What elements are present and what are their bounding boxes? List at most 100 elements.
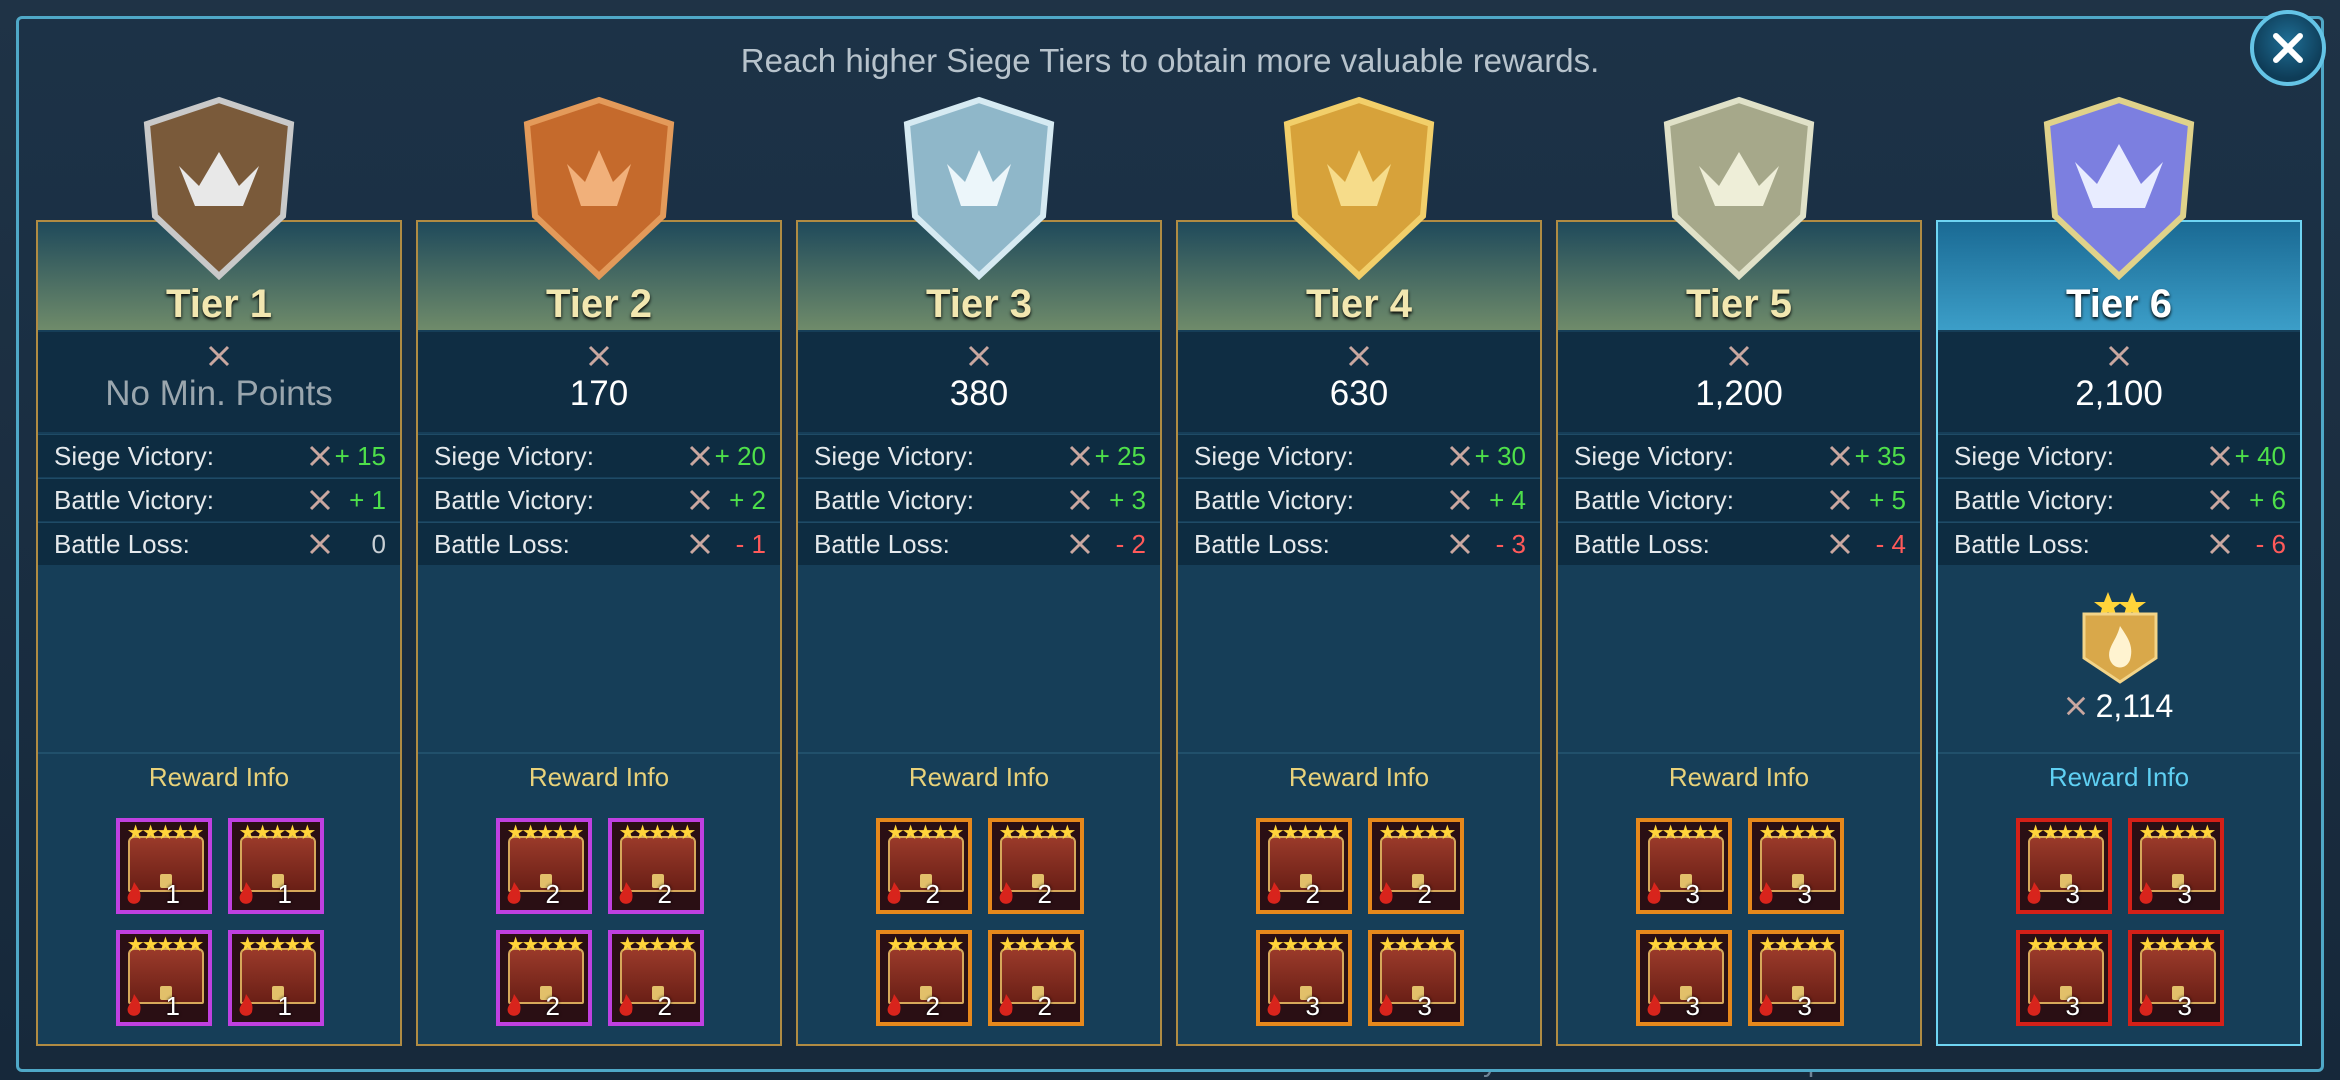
reward-info-link[interactable]: Reward Info	[38, 762, 400, 793]
reward-chest[interactable]: ★★★★★ 3	[1256, 930, 1352, 1026]
stat-value: - 4	[1875, 529, 1906, 559]
crossed-swords-icon	[1449, 445, 1471, 467]
reward-chest[interactable]: ★★★★★ 1	[116, 930, 212, 1026]
stat-value: + 35	[1854, 441, 1906, 471]
chest-count: 3	[2065, 991, 2080, 1021]
tier-card-5: Tier 5 1,200 Siege Victory: + 35 Battle …	[1556, 220, 1922, 1046]
flame-icon	[999, 882, 1013, 904]
stat-label: Siege Victory:	[1954, 441, 2114, 471]
reward-chest[interactable]: ★★★★★ 2	[496, 930, 592, 1026]
close-button[interactable]	[2250, 10, 2326, 86]
stat-value: + 2	[729, 485, 766, 515]
tier-name: Tier 6	[2066, 282, 2172, 326]
stat-label: Battle Loss:	[1954, 529, 2090, 559]
stat-label: Siege Victory:	[814, 441, 974, 471]
flame-icon	[2027, 994, 2041, 1016]
tier-name: Tier 4	[1306, 282, 1412, 326]
reward-chest[interactable]: ★★★★★ 3	[1748, 930, 1844, 1026]
tier-2-shield-icon	[523, 96, 675, 280]
stat-row-battle-loss: Battle Loss: - 6	[1938, 522, 2300, 565]
reward-chest[interactable]: ★★★★★ 3	[2128, 930, 2224, 1026]
divider	[418, 752, 780, 754]
flame-icon	[2139, 994, 2153, 1016]
reward-chest[interactable]: ★★★★★ 2	[988, 930, 1084, 1026]
stat-row-battle-loss: Battle Loss: 0	[38, 522, 400, 565]
divider	[798, 752, 1160, 754]
tier-card-1: Tier 1 No Min. Points Siege Victory: + 1…	[36, 220, 402, 1046]
reward-info-link[interactable]: Reward Info	[1558, 762, 1920, 793]
stat-value: + 4	[1489, 485, 1526, 515]
chest-count: 1	[165, 879, 180, 909]
chest-count: 2	[657, 879, 672, 909]
crossed-swords-icon	[1829, 489, 1851, 511]
stat-value: + 40	[2234, 441, 2286, 471]
flame-icon	[2139, 882, 2153, 904]
reward-chest[interactable]: ★★★★★ 2	[1368, 818, 1464, 914]
chest-count: 3	[1797, 991, 1812, 1021]
stat-row-siege-victory: Siege Victory: + 30	[1178, 434, 1540, 477]
stat-row-siege-victory: Siege Victory: + 35	[1558, 434, 1920, 477]
flame-icon	[1647, 882, 1661, 904]
tier-3-shield-icon	[903, 96, 1055, 280]
chest-count: 3	[2177, 879, 2192, 909]
crossed-swords-icon	[1069, 445, 1091, 467]
reward-chest[interactable]: ★★★★★ 3	[2128, 818, 2224, 914]
stat-value: + 5	[1869, 485, 1906, 515]
reward-chest[interactable]: ★★★★★ 3	[1636, 818, 1732, 914]
chest-count: 2	[1037, 879, 1052, 909]
reward-chest[interactable]: ★★★★★ 2	[608, 930, 704, 1026]
stat-row-battle-loss: Battle Loss: - 1	[418, 522, 780, 565]
reward-info-link[interactable]: Reward Info	[418, 762, 780, 793]
reward-chest[interactable]: ★★★★★ 2	[1256, 818, 1352, 914]
reward-chest[interactable]: ★★★★★ 1	[116, 818, 212, 914]
flame-icon	[127, 882, 141, 904]
reward-chest[interactable]: ★★★★★ 2	[876, 818, 972, 914]
stat-value: + 6	[2249, 485, 2286, 515]
chest-count: 2	[1305, 879, 1320, 909]
flame-icon	[1379, 882, 1393, 904]
stat-value: + 25	[1094, 441, 1146, 471]
crossed-swords-icon	[1069, 533, 1091, 555]
flame-icon	[507, 994, 521, 1016]
chest-count: 3	[2177, 991, 2192, 1021]
min-points-value: 2,100	[2075, 374, 2163, 413]
reward-chest[interactable]: ★★★★★ 3	[2016, 818, 2112, 914]
crossed-swords-icon	[2066, 696, 2085, 716]
reward-chest[interactable]: ★★★★★ 2	[608, 818, 704, 914]
reward-chest[interactable]: ★★★★★ 1	[228, 930, 324, 1026]
reward-chest[interactable]: ★★★★★ 1	[228, 818, 324, 914]
reward-chest[interactable]: ★★★★★ 3	[1748, 818, 1844, 914]
stat-value: + 15	[334, 441, 386, 471]
crossed-swords-icon	[309, 489, 331, 511]
divider	[1938, 752, 2300, 754]
crossed-swords-icon	[2209, 489, 2231, 511]
min-points-box: 630	[1178, 332, 1540, 432]
reward-info-link[interactable]: Reward Info	[1178, 762, 1540, 793]
divider	[1558, 752, 1920, 754]
stat-row-battle-victory: Battle Victory: + 2	[418, 478, 780, 521]
chest-count: 3	[1797, 879, 1812, 909]
reward-chest[interactable]: ★★★★★ 2	[496, 818, 592, 914]
stat-row-battle-loss: Battle Loss: - 2	[798, 522, 1160, 565]
stat-label: Battle Victory:	[1194, 485, 1354, 515]
reward-chest[interactable]: ★★★★★ 2	[988, 818, 1084, 914]
reward-chest[interactable]: ★★★★★ 3	[1368, 930, 1464, 1026]
chest-count: 3	[1685, 991, 1700, 1021]
crossed-swords-icon	[2209, 533, 2231, 555]
flame-icon	[1759, 994, 1773, 1016]
stat-row-battle-loss: Battle Loss: - 3	[1178, 522, 1540, 565]
tier-1-shield-icon	[143, 96, 295, 280]
chest-count: 1	[277, 879, 292, 909]
stat-label: Battle Loss:	[1574, 529, 1710, 559]
crossed-swords-icon	[1449, 489, 1471, 511]
chest-count: 2	[657, 991, 672, 1021]
tier-name: Tier 2	[546, 282, 652, 326]
flame-icon	[887, 994, 901, 1016]
reward-chest[interactable]: ★★★★★ 3	[1636, 930, 1732, 1026]
reward-info-link[interactable]: Reward Info	[798, 762, 1160, 793]
reward-chest[interactable]: ★★★★★ 3	[2016, 930, 2112, 1026]
min-points-value: 380	[949, 374, 1009, 413]
flame-icon	[619, 882, 633, 904]
reward-info-link[interactable]: Reward Info	[1938, 762, 2300, 793]
reward-chest[interactable]: ★★★★★ 2	[876, 930, 972, 1026]
